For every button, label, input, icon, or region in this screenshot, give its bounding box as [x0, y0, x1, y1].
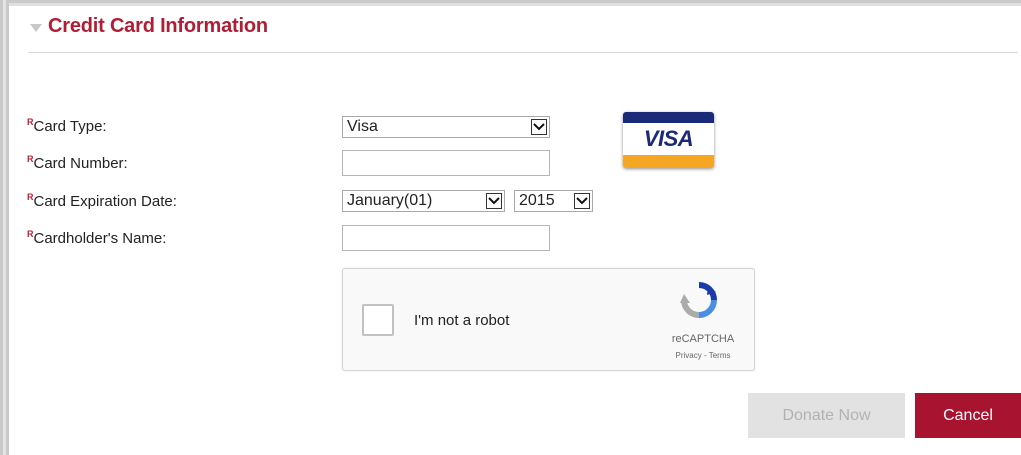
chevron-down-icon[interactable] — [486, 193, 502, 209]
visa-logo-text: VISA — [643, 126, 694, 151]
recaptcha-links: Privacy - Terms — [663, 351, 743, 360]
collapse-triangle-icon[interactable] — [30, 23, 42, 32]
expiration-month-select[interactable]: January(01) — [342, 190, 505, 212]
recaptcha-checkbox[interactable] — [362, 304, 394, 336]
cardholder-name-label: RCardholder's Name: — [27, 229, 167, 247]
cardholder-name-input[interactable] — [342, 225, 550, 251]
card-number-label: RCard Number: — [27, 154, 128, 172]
card-type-label: RCard Type: — [27, 117, 107, 135]
chevron-down-icon[interactable] — [574, 193, 590, 209]
expiration-year-select[interactable]: 2015 — [514, 190, 593, 212]
section-header[interactable]: Credit Card Information — [30, 15, 268, 38]
expiration-year-value: 2015 — [519, 192, 555, 209]
recaptcha-logo-icon — [680, 282, 717, 318]
card-type-select[interactable]: Visa — [342, 116, 550, 138]
visa-card-icon: VISA — [623, 112, 714, 168]
window-top-border — [9, 0, 1021, 6]
links-separator: - — [701, 351, 709, 360]
section-divider — [28, 52, 1018, 53]
terms-link[interactable]: Terms — [709, 351, 731, 360]
recaptcha-brand: reCAPTCHA — [671, 333, 735, 345]
chevron-down-icon[interactable] — [531, 119, 547, 135]
recaptcha-widget: I'm not a robot reCAPTCHA Privacy - Term… — [342, 268, 755, 371]
required-marker: R — [27, 192, 34, 202]
required-marker: R — [27, 154, 34, 164]
required-marker: R — [27, 229, 34, 239]
required-marker: R — [27, 117, 34, 127]
donate-now-button[interactable]: Donate Now — [748, 393, 905, 438]
expiration-month-value: January(01) — [347, 192, 433, 209]
privacy-link[interactable]: Privacy — [676, 351, 702, 360]
card-expiration-label: RCard Expiration Date: — [27, 192, 177, 210]
window-left-border — [0, 0, 9, 455]
recaptcha-label: I'm not a robot — [414, 312, 510, 329]
cancel-button[interactable]: Cancel — [915, 393, 1021, 438]
card-type-value: Visa — [347, 118, 378, 135]
card-number-input[interactable] — [342, 150, 550, 176]
section-title: Credit Card Information — [48, 15, 268, 37]
